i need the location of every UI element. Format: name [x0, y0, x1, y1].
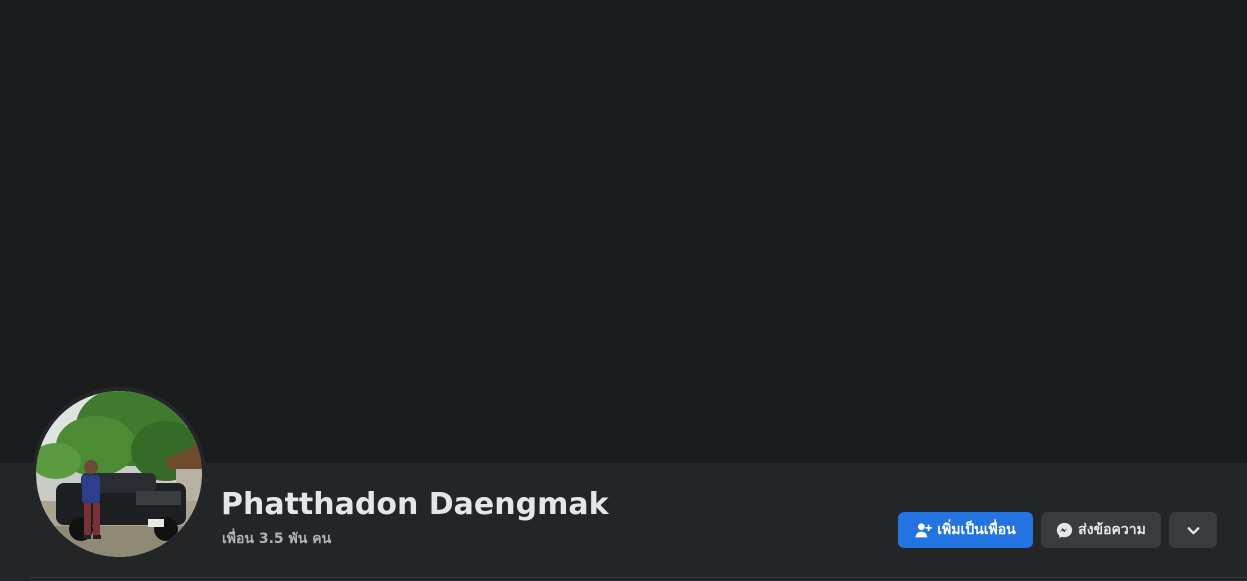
add-friend-button[interactable]: เพิ่มเป็นเพื่อน	[898, 512, 1033, 548]
add-friend-label: เพิ่มเป็นเพื่อน	[937, 522, 1016, 538]
profile-photo-image	[36, 391, 202, 557]
chevron-down-icon	[1185, 522, 1202, 539]
message-button[interactable]: ส่งข้อความ	[1041, 512, 1161, 548]
person-add-icon	[915, 522, 933, 539]
cover-photo[interactable]	[0, 0, 1247, 463]
header-divider	[30, 577, 1247, 578]
more-options-button[interactable]	[1169, 512, 1217, 548]
profile-page: Phatthadon Daengmak เพื่อน 3.5 พัน คน เพ…	[0, 0, 1247, 581]
message-label: ส่งข้อความ	[1078, 522, 1146, 538]
messenger-icon	[1056, 522, 1073, 539]
profile-picture[interactable]	[32, 387, 206, 561]
profile-name: Phatthadon Daengmak	[221, 487, 609, 522]
friends-count[interactable]: เพื่อน 3.5 พัน คน	[222, 529, 331, 549]
